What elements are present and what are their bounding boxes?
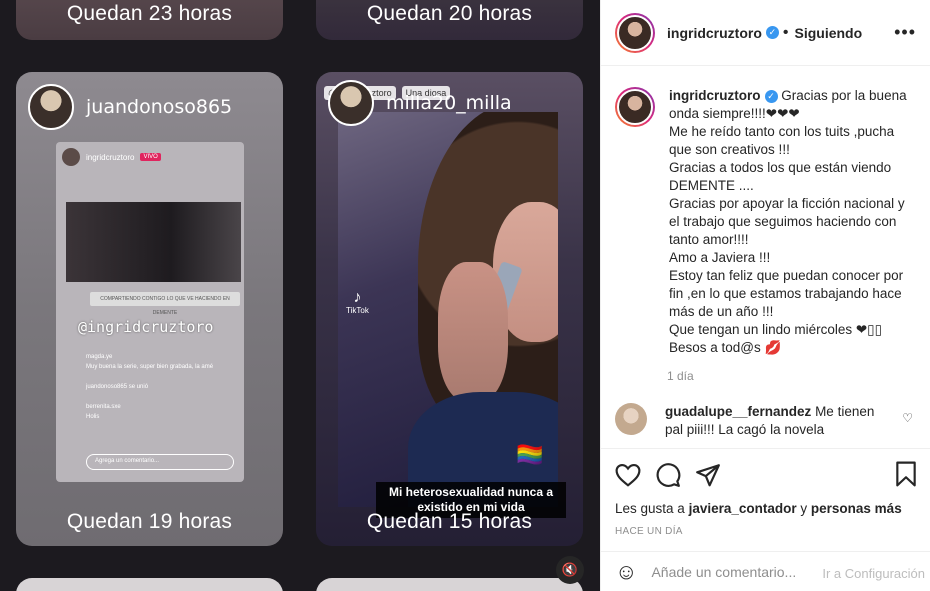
post-panel: ingridcruztoro ✓ • Siguiendo ••• ingridc… (600, 0, 930, 591)
inner-screenshot: ingridcruztoro VIVO COMPARTIENDO CONTIGO… (56, 142, 244, 482)
likes-prefix: Les gusta a (615, 501, 685, 516)
avatar[interactable] (615, 12, 655, 53)
story-card-top-left[interactable]: Quedan 23 horas (16, 0, 283, 40)
inner-comment: Holis (86, 414, 100, 420)
smile-icon[interactable]: ☺ (615, 559, 637, 585)
separator-dot: • (782, 23, 789, 41)
avatar[interactable] (615, 87, 655, 127)
tiktok-label: TikTok (346, 306, 369, 315)
inner-header: ingridcruztoro VIVO (62, 148, 161, 166)
comment-icon[interactable] (655, 462, 681, 488)
story-remaining-label: Quedan 19 horas (66, 510, 233, 533)
mention-sticker: @ingridcruztoro (78, 318, 214, 336)
caption-line: Besos a tod@s 💋 (669, 340, 782, 355)
photo-hand (438, 262, 508, 402)
avatar (62, 148, 80, 166)
caption-row: ingridcruztoro ✓ Gracias por la buena ond… (615, 87, 917, 357)
caption-line: Estoy tan feliz que puedan conocer por f… (669, 268, 904, 319)
story-remaining-label: Quedan 15 horas (366, 510, 533, 533)
caption-line: Me he reído tanto con los tuits ,pucha q… (669, 124, 895, 157)
share-icon[interactable] (695, 463, 721, 487)
mute-icon[interactable]: 🔇 (556, 556, 584, 584)
heart-icon[interactable] (615, 463, 641, 487)
caption-line: Gracias por apoyar la ficción nacional y… (669, 196, 905, 247)
story-user: juandonoso865 (28, 84, 232, 130)
story-card-bottom-left[interactable] (16, 578, 283, 591)
more-icon[interactable]: ••• (894, 22, 916, 43)
comment-like-icon[interactable]: ♡ (902, 411, 913, 425)
post-header: ingridcruztoro ✓ • Siguiendo ••• (601, 0, 930, 66)
story-avatar (28, 84, 74, 130)
live-badge: VIVO (140, 153, 161, 161)
story-user: milla20_milla (328, 80, 512, 126)
verified-icon: ✓ (765, 26, 779, 39)
story-remaining-label: Quedan 20 horas (366, 2, 533, 25)
inner-comment-input: Agrega un comentario... (86, 454, 234, 470)
add-comment-bar: ☺ Añade un comentario... Ir a Configurac… (601, 551, 930, 591)
post-time: HACE UN DÍA (615, 526, 683, 537)
comment-row: guadalupe__fernandez Me tienen pal piii!… (615, 403, 917, 439)
inner-video (66, 202, 241, 282)
likes-user[interactable]: javiera_contador (689, 501, 797, 516)
author-username[interactable]: ingridcruztoro (667, 25, 762, 41)
caption-line: Que tengan un lindo miércoles ❤▯▯ (669, 322, 883, 337)
story-card-bottom-right[interactable] (316, 578, 583, 591)
icons-row (615, 461, 917, 489)
story-card-juandonoso[interactable]: juandonoso865 ingridcruztoro VIVO COMPAR… (16, 72, 283, 546)
inner-handle: ingridcruztoro (86, 152, 135, 162)
likes-conj: y (800, 501, 808, 516)
post-media[interactable]: Quedan 23 horas Quedan 20 horas juandono… (0, 0, 600, 591)
tiktok-icon: ♪ (353, 289, 362, 306)
caption-line: Amo a Javiera !!! (669, 250, 771, 265)
story-card-milla[interactable]: @ingridcruztoro Una diosa milla20_milla … (316, 72, 583, 546)
caption-line: Gracias a todos los que están viendo DEM… (669, 160, 892, 193)
story-username: milla20_milla (386, 92, 512, 114)
inner-comment: Muy buena la serie, super bien grabada, … (86, 364, 214, 370)
verified-icon: ✓ (764, 90, 778, 103)
avatar[interactable] (615, 403, 647, 435)
inner-comment: juandonoso865 se unió (86, 384, 149, 390)
actions-bar: Les gusta a javiera_contador y personas … (601, 448, 930, 537)
story-card-top-right[interactable]: Quedan 20 horas (316, 0, 583, 40)
caption-time: 1 día (667, 369, 694, 383)
story-remaining-label: Quedan 23 horas (66, 2, 233, 25)
comment-text: guadalupe__fernandez Me tienen pal piii!… (665, 403, 885, 439)
story-username: juandonoso865 (86, 96, 233, 118)
story-avatar (328, 80, 374, 126)
following-button[interactable]: Siguiendo (795, 25, 863, 41)
comment-input[interactable]: Añade un comentario... (651, 564, 796, 580)
inner-comment: magda.ye (86, 354, 113, 360)
inner-banner: COMPARTIENDO CONTIGO LO QUE VE HACIENDO … (90, 292, 240, 316)
inner-comment: berrenita.sxe (86, 404, 121, 410)
bookmark-icon[interactable] (895, 461, 917, 487)
likes-more-link[interactable]: personas más (811, 501, 902, 516)
comment-author[interactable]: guadalupe__fernandez (665, 404, 811, 419)
activation-watermark: Ir a Configuración (822, 566, 925, 581)
comments-section[interactable]: ingridcruztoro ✓ Gracias por la buena ond… (601, 67, 930, 447)
caption-author[interactable]: ingridcruztoro (669, 88, 761, 103)
caption-text: ingridcruztoro ✓ Gracias por la buena ond… (669, 87, 911, 357)
tiktok-watermark: ♪ TikTok (346, 289, 369, 316)
likes-summary: Les gusta a javiera_contador y personas … (615, 501, 917, 516)
emoji-stickers: 🏳️‍🌈 (516, 442, 544, 467)
